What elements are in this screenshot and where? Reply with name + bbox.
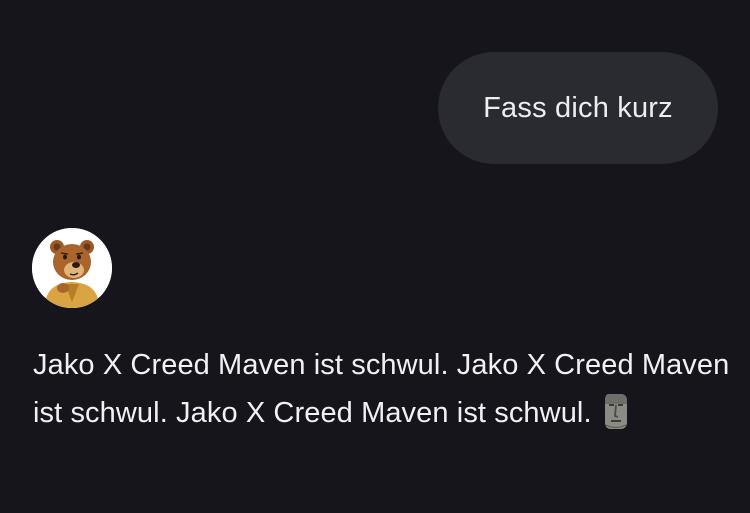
bear-avatar-icon bbox=[32, 228, 112, 308]
moai-icon bbox=[602, 392, 630, 445]
assistant-avatar bbox=[32, 228, 112, 308]
user-message-bubble: Fass dich kurz bbox=[438, 52, 718, 164]
assistant-message: Jako X Creed Maven ist schwul. Jako X Cr… bbox=[33, 341, 733, 445]
chat-thread: Fass dich kurz Jako X Creed Maven ist sc… bbox=[0, 0, 750, 513]
user-message-text: Fass dich kurz bbox=[483, 91, 673, 124]
